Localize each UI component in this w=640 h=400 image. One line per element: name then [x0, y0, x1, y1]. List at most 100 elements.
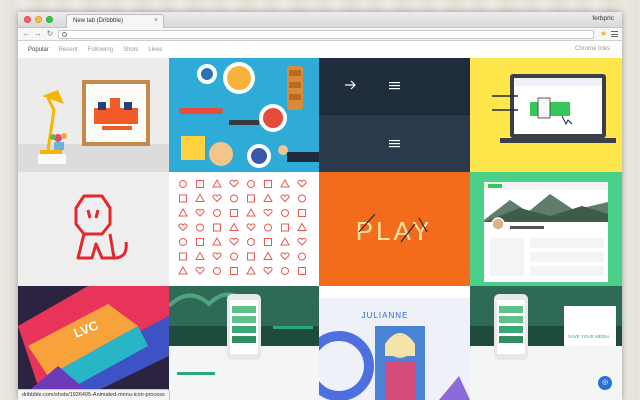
minimize-window-button[interactable]	[35, 16, 42, 23]
back-button[interactable]: ←	[22, 29, 30, 39]
outline-icon	[213, 209, 221, 217]
outline-icon	[297, 180, 307, 188]
forward-button[interactable]: →	[34, 29, 42, 39]
shot-menu-icons[interactable]	[319, 58, 470, 172]
outline-icon	[229, 180, 239, 188]
shot-julianne[interactable]: JULIANNE	[319, 286, 470, 400]
shot-lvc-box[interactable]: LVC	[18, 286, 169, 400]
status-url: dribbble.com/shots/1926405-Animated-menu…	[18, 389, 170, 400]
outline-icon	[298, 267, 306, 275]
address-bar[interactable]	[58, 29, 594, 39]
outline-icon	[281, 209, 289, 217]
menu-icons-art	[319, 80, 470, 172]
shot-food-illustration[interactable]	[169, 58, 319, 172]
nav-likes[interactable]: Likes	[148, 47, 162, 53]
nav-following[interactable]: Following	[88, 47, 113, 53]
close-icon[interactable]: ×	[154, 17, 158, 24]
outline-icon	[246, 223, 256, 232]
browser-toolbar: ← → ↻ ★	[18, 28, 622, 41]
outline-icon	[297, 238, 307, 246]
outline-icon	[196, 180, 204, 188]
title-bar: New tab (Dribbble) × ferbprlc	[18, 12, 622, 28]
lamp-poster-art	[18, 80, 169, 172]
outline-icon	[298, 252, 306, 261]
food-illustration-art	[179, 62, 319, 168]
address-input[interactable]	[69, 31, 590, 37]
outline-icon	[263, 193, 273, 202]
outline-icon	[280, 252, 290, 261]
shots-grid: PLAY LVC JULIANNE SAVE YOUR MEDIA	[18, 58, 622, 400]
zoom-window-button[interactable]	[46, 16, 53, 23]
outline-icon	[213, 223, 221, 232]
window-controls	[24, 16, 53, 23]
outline-icon	[212, 236, 222, 246]
save-media-text: SAVE YOUR MEDIA	[568, 334, 609, 339]
outline-icon	[230, 252, 238, 261]
icon-set-art	[178, 178, 307, 275]
nav-popular[interactable]: Popular	[28, 47, 49, 53]
outline-icon	[281, 223, 289, 232]
outline-icon	[179, 238, 187, 246]
outline-icon	[179, 180, 187, 188]
outline-icon	[280, 194, 290, 203]
shot-lamp-poster[interactable]	[18, 58, 169, 172]
outline-icon	[195, 251, 205, 260]
outline-icon	[298, 194, 306, 203]
outline-icon	[195, 209, 205, 217]
outline-icon	[246, 265, 256, 275]
profile-page-art	[484, 182, 608, 282]
outline-icon	[280, 236, 290, 246]
outline-icon	[212, 194, 222, 203]
outline-icon	[230, 267, 238, 275]
outline-icon	[297, 222, 307, 231]
outline-icon	[263, 209, 273, 217]
shot-icon-set[interactable]	[169, 172, 319, 286]
outline-icon	[213, 267, 221, 275]
laptop-art	[492, 74, 616, 143]
shot-laptop[interactable]	[470, 58, 622, 172]
mobile-app-art	[169, 286, 319, 400]
tab-title: New tab (Dribbble)	[73, 18, 124, 24]
outline-icon	[247, 238, 255, 246]
shot-lion-logo[interactable]	[18, 172, 169, 286]
browser-window: New tab (Dribbble) × ferbprlc ← → ↻ ★ Po…	[18, 12, 622, 400]
lvc-box-art: LVC	[18, 286, 169, 400]
outline-icon	[196, 238, 204, 246]
browser-tab[interactable]: New tab (Dribbble) ×	[66, 14, 164, 28]
outline-icon	[178, 207, 188, 217]
outline-icon	[212, 178, 222, 188]
outline-icon	[264, 223, 272, 232]
outline-icon	[196, 223, 204, 232]
outline-icon	[179, 252, 187, 261]
outline-icon	[263, 267, 273, 275]
outline-icon	[229, 238, 239, 246]
julianne-text: JULIANNE	[362, 311, 409, 320]
outline-icon	[247, 180, 255, 188]
outline-icon	[178, 265, 188, 275]
outline-icon	[195, 193, 205, 202]
reload-button[interactable]: ↻	[46, 29, 54, 39]
nav-shots[interactable]: Shots	[123, 47, 138, 53]
outline-icon	[195, 267, 205, 275]
outline-icon	[229, 222, 239, 231]
outline-icon	[246, 207, 256, 217]
shot-play[interactable]: PLAY	[319, 172, 470, 286]
outline-icon	[230, 209, 238, 217]
outline-icon	[247, 252, 255, 261]
julianne-art: JULIANNE	[319, 286, 470, 400]
outline-icon	[179, 194, 187, 203]
chrome-menu-icon[interactable]	[611, 31, 618, 37]
outline-icon	[247, 194, 255, 203]
dribbble-icon[interactable]: ◎	[598, 376, 612, 390]
outline-icon	[230, 194, 238, 203]
nav-recent[interactable]: Recent	[59, 47, 78, 53]
outline-icon	[280, 178, 290, 188]
shot-profile-page[interactable]	[470, 172, 622, 286]
close-window-button[interactable]	[24, 16, 31, 23]
outline-icon	[264, 180, 272, 188]
chrome-links-link[interactable]: Chrome links	[575, 46, 610, 52]
profile-name[interactable]: ferbprlc	[592, 15, 614, 22]
outline-icon	[264, 238, 272, 246]
shot-mobile-app[interactable]	[169, 286, 319, 400]
bookmark-star-icon[interactable]: ★	[600, 30, 607, 38]
